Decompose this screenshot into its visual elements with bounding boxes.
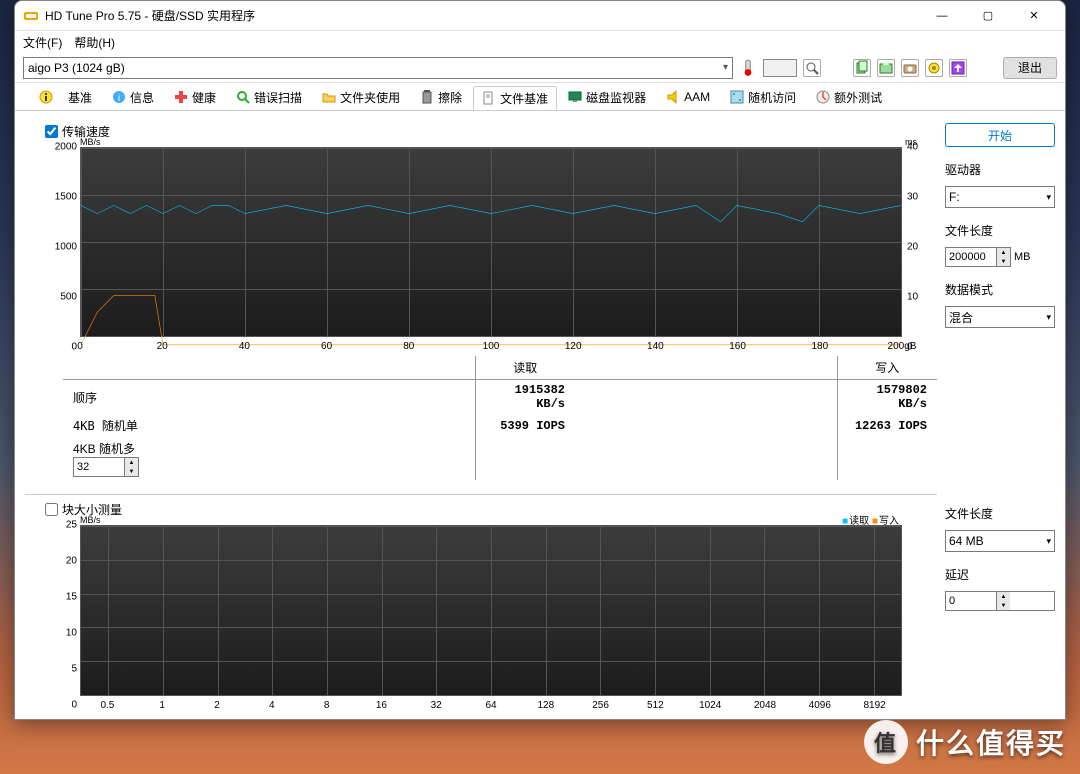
settings-icon[interactable]: [925, 59, 943, 77]
tab-aam[interactable]: AAM: [657, 85, 719, 109]
chart1-yunit-left: MB/s: [80, 137, 101, 147]
titlebar: HD Tune Pro 5.75 - 硬盘/SSD 实用程序 — ▢ ✕: [15, 1, 1065, 31]
start-button[interactable]: 开始: [945, 123, 1055, 147]
chevron-down-icon: ▾: [1046, 536, 1051, 547]
transfer-checkbox[interactable]: 传输速度: [45, 123, 937, 140]
exit-button[interactable]: 退出: [1003, 57, 1057, 79]
random-icon: [730, 90, 744, 104]
folder-icon: [322, 90, 336, 104]
drive-label: 驱动器: [945, 161, 1055, 178]
magnifier-icon[interactable]: [803, 59, 821, 77]
filelen-input[interactable]: [946, 248, 996, 266]
window-buttons: — ▢ ✕: [919, 2, 1057, 30]
filelen-unit: MB: [1014, 251, 1031, 263]
delay-input[interactable]: [946, 592, 996, 610]
tab-health[interactable]: 健康: [165, 85, 225, 109]
write-series: [81, 296, 901, 345]
toolbar: aigo P3 (1024 gB) ▾ 退出: [15, 53, 1065, 83]
errorscan-icon: [236, 90, 250, 104]
main-column: 传输速度 MB/s ms 020406080100120140160180200…: [25, 119, 937, 711]
maximize-button[interactable]: ▢: [965, 2, 1011, 30]
transfer-chart: MB/s ms 020406080100120140160180200gB050…: [45, 142, 937, 352]
side-panel: 开始 驱动器 F:▾ 文件长度 ▲▼ MB 数据模式 混合▾ 文件长度 64 M…: [945, 119, 1055, 711]
health-icon: [174, 90, 188, 104]
aam-icon: [666, 90, 680, 104]
read-series: [81, 205, 901, 221]
chart2-plot-area: [80, 525, 902, 696]
monitor-icon: [568, 90, 582, 104]
filebench-icon: [482, 91, 496, 105]
blocksize-checkbox-input[interactable]: [45, 503, 58, 516]
watermark: 值 什么值得买: [864, 720, 1066, 764]
drive-select-value: aigo P3 (1024 gB): [28, 61, 125, 75]
content: 传输速度 MB/s ms 020406080100120140160180200…: [15, 111, 1065, 719]
menu-file[interactable]: 文件(F): [23, 34, 62, 51]
tab-benchmark[interactable]: 基准: [59, 85, 101, 109]
copy-icon[interactable]: [853, 59, 871, 77]
svg-text:i: i: [118, 93, 120, 104]
filelen-stepper[interactable]: ▲▼: [945, 247, 1011, 267]
chevron-down-icon: ▾: [1046, 312, 1051, 323]
camera-icon[interactable]: [901, 59, 919, 77]
tab-monitor[interactable]: 磁盘监视器: [559, 85, 655, 109]
screenshot-icon[interactable]: [877, 59, 895, 77]
filelen2-label: 文件长度: [945, 505, 1055, 522]
extra-icon: [816, 90, 830, 104]
watermark-badge: 值: [864, 720, 908, 764]
info-tab-icon: i: [112, 90, 126, 104]
app-icon: [23, 8, 39, 24]
tab-random[interactable]: 随机访问: [721, 85, 805, 109]
tabbar: 基准 i信息 健康 错误扫描 文件夹使用 擦除 文件基准 磁盘监视器 AAM 随…: [15, 83, 1065, 111]
transfer-checkbox-input[interactable]: [45, 125, 58, 138]
chart2-yunit: MB/s: [80, 515, 101, 525]
drive-select[interactable]: aigo P3 (1024 gB) ▾: [23, 57, 733, 79]
filelen2-select[interactable]: 64 MB▾: [945, 530, 1055, 552]
tab-info[interactable]: i信息: [103, 85, 163, 109]
delay-label: 延迟: [945, 566, 1055, 583]
tab-errorscan[interactable]: 错误扫描: [227, 85, 311, 109]
chevron-down-icon: ▾: [1046, 192, 1051, 203]
blocksize-chart: MB/s 读取 写入 0.512481632641282565121024204…: [45, 520, 937, 711]
datamode-select[interactable]: 混合▾: [945, 306, 1055, 328]
save-icon[interactable]: [949, 59, 967, 77]
window-title: HD Tune Pro 5.75 - 硬盘/SSD 实用程序: [45, 7, 919, 24]
tab-extra[interactable]: 额外测试: [807, 85, 891, 109]
chart1-plot-area: [80, 147, 902, 337]
filelen-label: 文件长度: [945, 222, 1055, 239]
tab-folder[interactable]: 文件夹使用: [313, 85, 409, 109]
drive-letter-select[interactable]: F:▾: [945, 186, 1055, 208]
delay-stepper[interactable]: ▲▼: [945, 591, 1055, 611]
thermometer-icon: [739, 59, 757, 77]
temp-display: [763, 59, 797, 77]
minimize-button[interactable]: —: [919, 2, 965, 30]
info-icon: [39, 90, 53, 104]
menu-help[interactable]: 帮助(H): [74, 34, 115, 51]
menubar: 文件(F) 帮助(H): [15, 31, 1065, 53]
app-window: HD Tune Pro 5.75 - 硬盘/SSD 实用程序 — ▢ ✕ 文件(…: [14, 0, 1066, 720]
erase-icon: [420, 90, 434, 104]
tab-erase[interactable]: 擦除: [411, 85, 471, 109]
watermark-text: 什么值得买: [916, 722, 1066, 762]
chevron-down-icon: ▾: [723, 62, 728, 73]
datamode-label: 数据模式: [945, 281, 1055, 298]
tab-filebench[interactable]: 文件基准: [473, 86, 557, 110]
close-button[interactable]: ✕: [1011, 2, 1057, 30]
